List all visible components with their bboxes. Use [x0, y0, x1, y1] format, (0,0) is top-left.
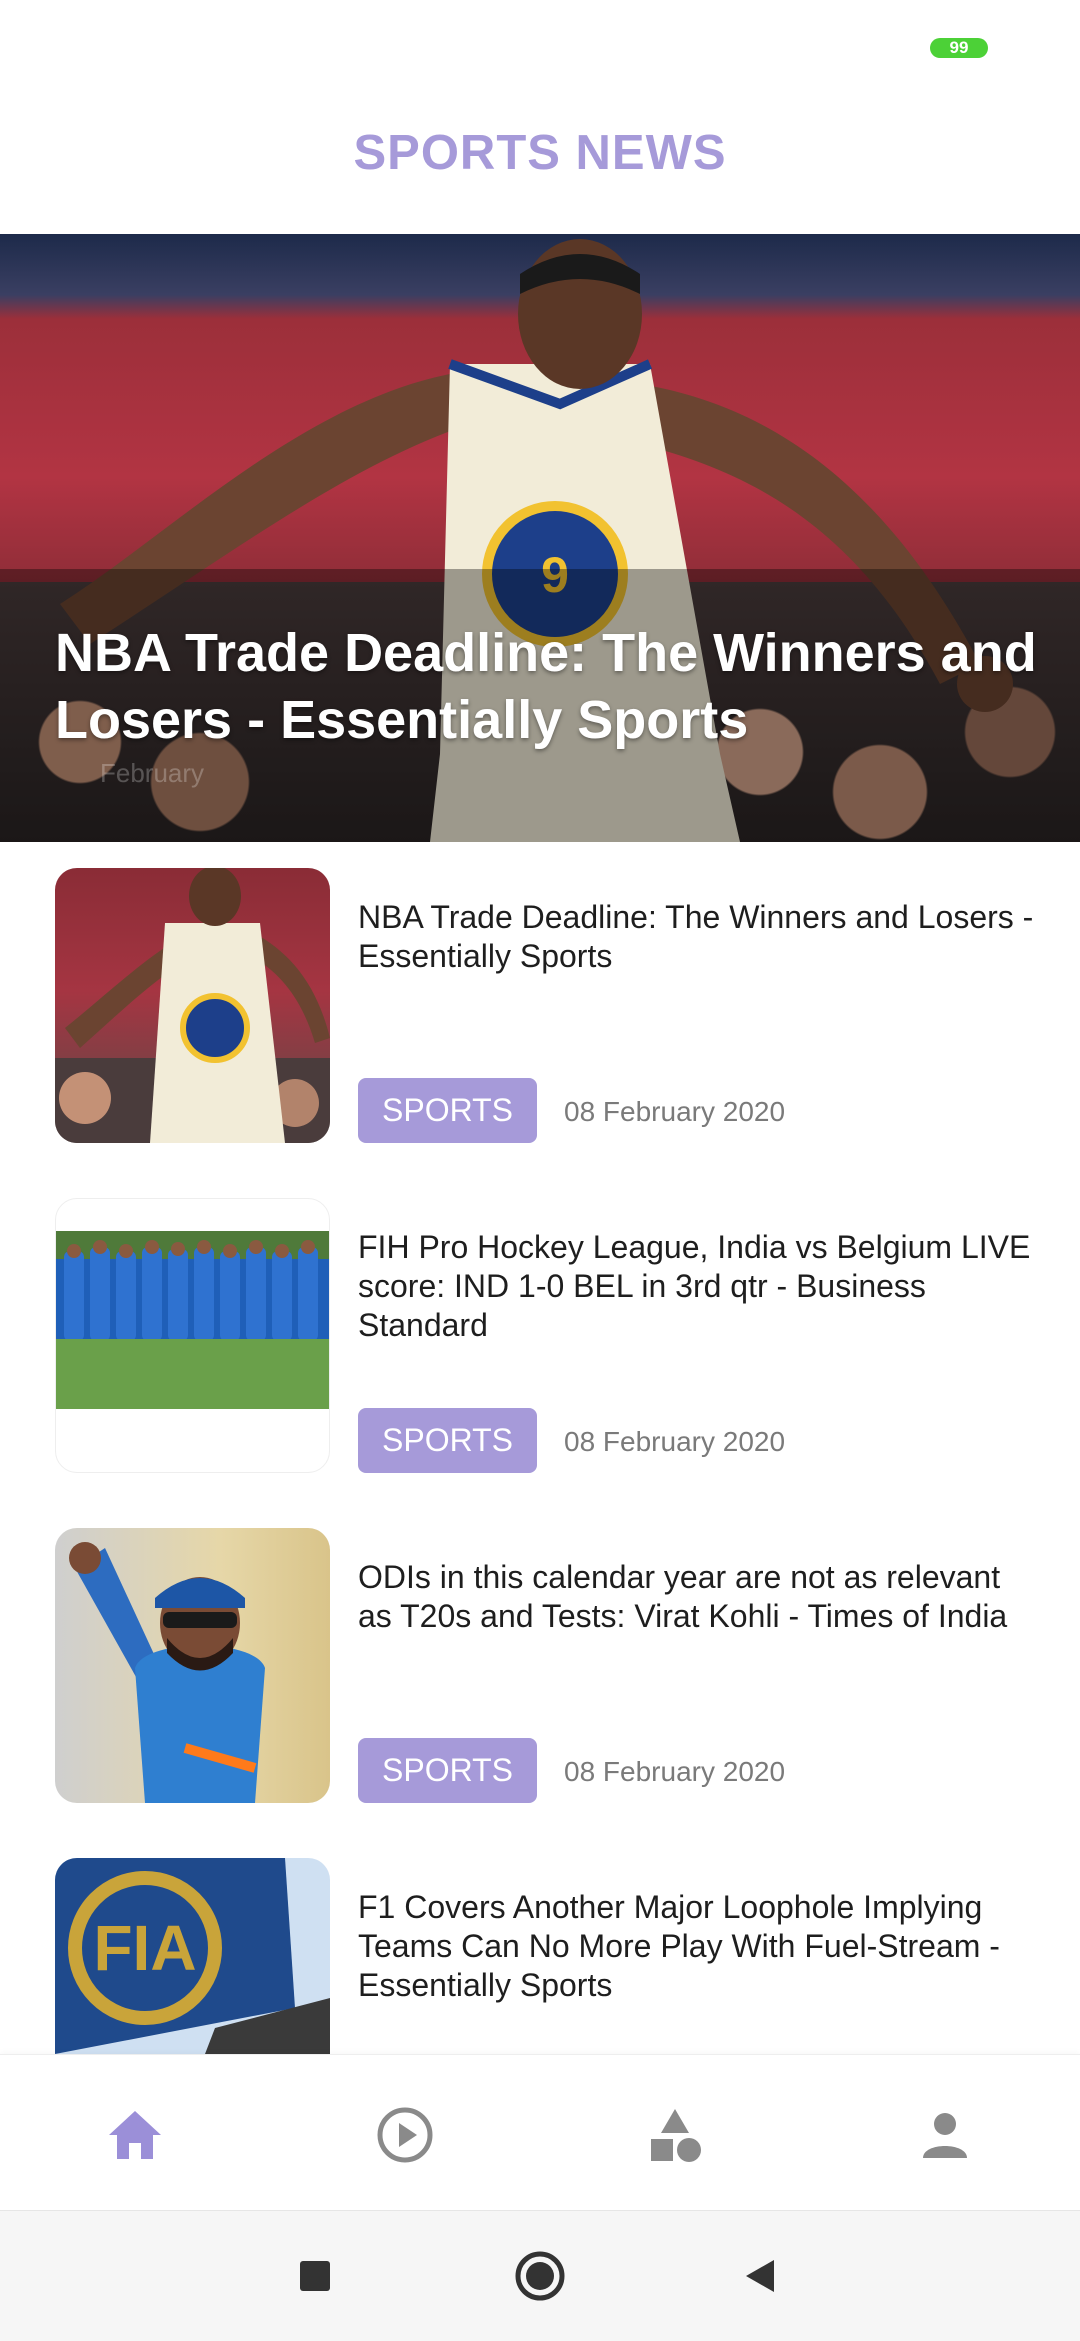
- svg-text:FIA: FIA: [93, 1912, 196, 1984]
- nav-videos[interactable]: [365, 2095, 445, 2175]
- hero-date: February: [100, 758, 205, 788]
- article-title[interactable]: ODIs in this calendar year are not as re…: [358, 1558, 1038, 1636]
- article-title[interactable]: FIH Pro Hockey League, India vs Belgium …: [358, 1228, 1038, 1345]
- article-thumbnail: FIA: [55, 1858, 330, 2054]
- back-triangle-icon: [746, 2260, 774, 2292]
- back-button[interactable]: [730, 2246, 790, 2306]
- shapes-icon: [651, 2109, 701, 2162]
- article-date: 08 February 2020: [564, 1096, 786, 1127]
- nav-profile[interactable]: [905, 2095, 985, 2175]
- list-item[interactable]: ODIs in this calendar year are not as re…: [55, 1528, 1045, 1803]
- system-nav-bar: [0, 2210, 1080, 2341]
- article-thumbnail: [55, 1528, 330, 1803]
- square-icon: [300, 2261, 330, 2291]
- home-system-button[interactable]: [510, 2246, 570, 2306]
- circle-icon: [515, 2251, 565, 2301]
- article-date: 08 February 2020: [564, 1426, 786, 1457]
- category-badge[interactable]: SPORTS: [358, 1738, 537, 1803]
- category-badge[interactable]: SPORTS: [358, 1408, 537, 1473]
- list-item[interactable]: FIH Pro Hockey League, India vs Belgium …: [55, 1198, 1045, 1473]
- article-title[interactable]: F1 Covers Another Major Loophole Implyin…: [358, 1888, 1038, 2005]
- article-thumbnail: [55, 868, 330, 1143]
- category-badge[interactable]: SPORTS: [358, 1078, 537, 1143]
- home-icon: [109, 2111, 161, 2159]
- article-date: 08 February 2020: [564, 1756, 786, 1787]
- nav-home[interactable]: [95, 2095, 175, 2175]
- recents-button[interactable]: [285, 2246, 345, 2306]
- page-title: SPORTS NEWS: [353, 126, 727, 180]
- bottom-nav: [0, 2054, 1080, 2210]
- nav-categories[interactable]: [635, 2095, 715, 2175]
- status-bar: 99: [0, 0, 1080, 90]
- list-item[interactable]: NBA Trade Deadline: The Winners and Lose…: [55, 868, 1045, 1143]
- article-title[interactable]: NBA Trade Deadline: The Winners and Lose…: [358, 898, 1038, 976]
- play-circle-icon: [377, 2107, 433, 2163]
- person-icon: [923, 2113, 967, 2158]
- battery-indicator: 99: [930, 38, 988, 58]
- article-thumbnail: [55, 1198, 330, 1473]
- hero-title[interactable]: NBA Trade Deadline: The Winners and Lose…: [55, 620, 1045, 754]
